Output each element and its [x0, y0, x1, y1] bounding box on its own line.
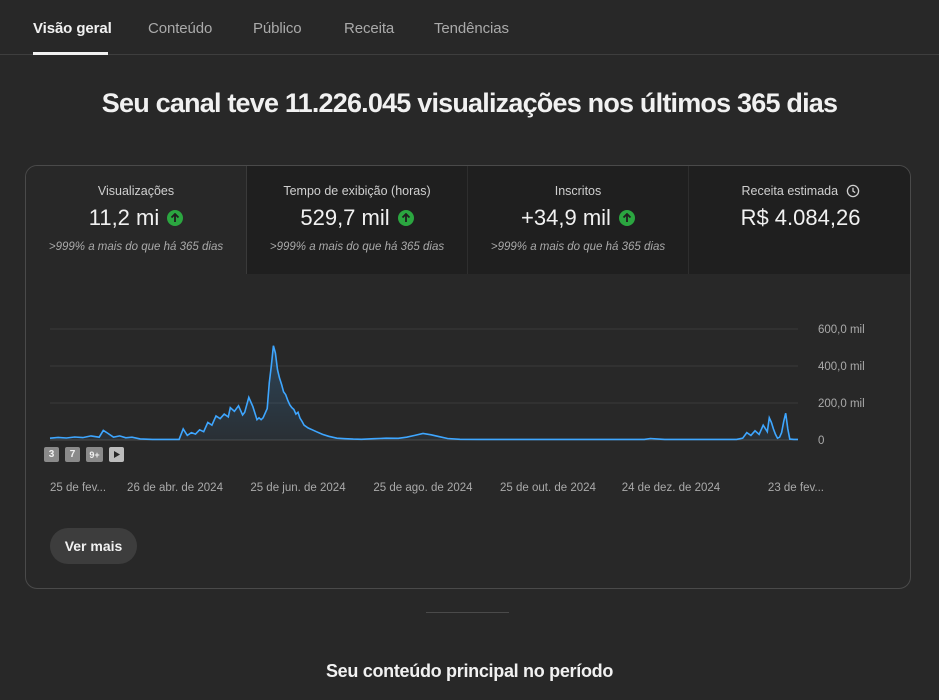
metric-revenue-label: Receita estimada: [741, 184, 839, 198]
arrow-up-icon: [397, 210, 414, 226]
views-chart-svg: 0 200,0 mil 400,0 mil 600,0 mil 25 de fev...…: [49, 324, 865, 494]
arrow-up-icon: [618, 210, 635, 226]
y-tick-label: 200,0 mil: [818, 398, 865, 410]
zoom-9plus-button[interactable]: 9+: [86, 447, 103, 462]
x-tick-label: 26 de abr. de 2024: [127, 482, 224, 494]
zoom-badges: 3 7 9+: [44, 447, 124, 462]
metric-watch-time-label: Tempo de exibição (horas): [283, 184, 431, 198]
metric-watch-time-value: 529,7 mil: [300, 205, 390, 230]
tab-overview[interactable]: Visão geral: [33, 20, 112, 37]
metric-views-label: Visualizações: [97, 184, 175, 198]
metric-views-value-row: 11,2 mi: [26, 205, 246, 231]
views-line: [49, 345, 798, 441]
x-tick-label: 25 de fev...: [50, 482, 106, 494]
views-chart[interactable]: 0 200,0 mil 400,0 mil 600,0 mil 25 de fev...…: [26, 274, 910, 504]
y-tick-label: 600,0 mil: [818, 324, 865, 336]
metrics-row: Visualizações 11,2 mi >999% a mais do qu…: [26, 166, 910, 274]
views-area: [50, 345, 798, 440]
see-more-button[interactable]: Ver mais: [50, 528, 137, 564]
metric-subscribers-comparison: >999% a mais do que há 365 dias: [490, 241, 666, 253]
play-icon[interactable]: [109, 447, 124, 462]
tab-content[interactable]: Conteúdo: [148, 20, 212, 37]
x-tick-label: 25 de out. de 2024: [500, 482, 597, 494]
arrow-up-icon: [167, 210, 184, 226]
zoom-7-button[interactable]: 7: [65, 447, 80, 462]
metric-subscribers-label: Inscritos: [554, 184, 602, 198]
active-tab-indicator: [33, 52, 108, 55]
clock-icon[interactable]: [846, 184, 860, 201]
metric-watch-time-value-row: 529,7 mil: [247, 205, 467, 231]
metric-watch-time[interactable]: Tempo de exibição (horas) 529,7 mil >999…: [247, 166, 468, 274]
tab-bar: Visão geral Conteúdo Público Receita Ten…: [0, 0, 939, 55]
zoom-3-button[interactable]: 3: [44, 447, 59, 462]
metric-revenue-value: R$ 4.084,26: [740, 205, 861, 230]
x-tick-label: 23 de fev...: [768, 482, 824, 494]
metric-subscribers-value-row: +34,9 mil: [468, 205, 688, 231]
top-content-title: Seu conteúdo principal no período: [325, 661, 614, 681]
metric-subscribers[interactable]: Inscritos +34,9 mil >999% a mais do que …: [468, 166, 689, 274]
metric-revenue-label-row: Receita estimada: [689, 184, 910, 201]
metric-revenue[interactable]: Receita estimada R$ 4.084,26: [689, 166, 910, 274]
tab-trends[interactable]: Tendências: [434, 20, 509, 37]
y-tick-label: 0: [818, 435, 824, 447]
y-tick-label: 400,0 mil: [818, 361, 865, 373]
tab-revenue[interactable]: Receita: [344, 20, 394, 37]
metric-revenue-value-row: R$ 4.084,26: [689, 205, 910, 231]
metric-watch-time-comparison: >999% a mais do que há 365 dias: [269, 241, 445, 253]
overview-card: Visualizações 11,2 mi >999% a mais do qu…: [25, 165, 911, 589]
x-tick-label: 24 de dez. de 2024: [622, 482, 721, 494]
metric-views[interactable]: Visualizações 11,2 mi >999% a mais do qu…: [26, 166, 247, 274]
x-tick-label: 25 de ago. de 2024: [373, 482, 473, 494]
metric-views-comparison: >999% a mais do que há 365 dias: [48, 241, 224, 253]
section-divider: [426, 612, 509, 613]
page-headline: Seu canal teve 11.226.045 visualizações …: [101, 88, 838, 118]
x-tick-label: 25 de jun. de 2024: [250, 482, 346, 494]
tab-audience[interactable]: Público: [253, 20, 302, 37]
metric-subscribers-value: +34,9 mil: [521, 205, 611, 230]
metric-views-value: 11,2 mi: [88, 205, 160, 230]
